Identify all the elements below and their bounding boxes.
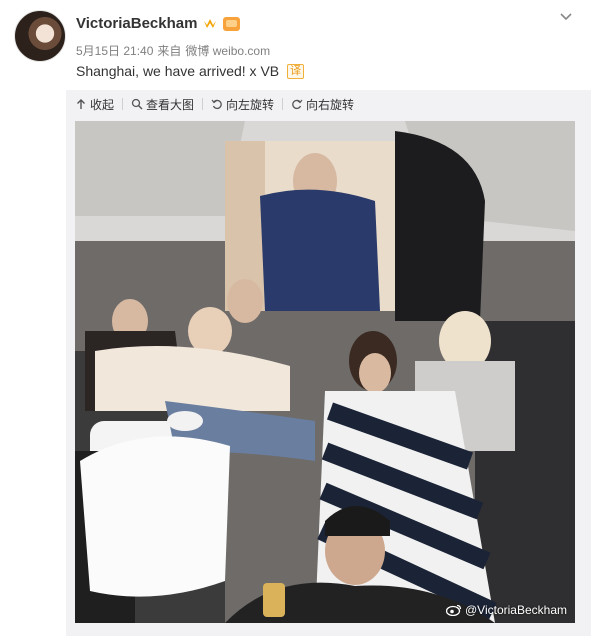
- rotate-left-label: 向左旋转: [226, 97, 275, 112]
- post-meta: 5月15日 21:40 来自 微博 weibo.com: [76, 42, 270, 59]
- view-large-button[interactable]: 查看大图: [131, 96, 194, 113]
- rotate-right-icon: [292, 99, 303, 110]
- rotate-left-button[interactable]: 向左旋转: [211, 96, 274, 113]
- rotate-left-icon: [211, 99, 222, 110]
- toolbar-divider: [282, 98, 284, 110]
- collapse-arrow-icon: [77, 99, 85, 109]
- media-panel: 收起 查看大图 向左旋转 向右旋转 @VictoriaBeckham: [66, 90, 591, 636]
- author-avatar[interactable]: [14, 10, 66, 62]
- author-row: VictoriaBeckham: [76, 15, 241, 32]
- view-large-label: 查看大图: [146, 97, 195, 112]
- vip-member-icon[interactable]: [223, 16, 241, 31]
- magnifier-icon: [131, 98, 143, 110]
- translate-button[interactable]: 译: [287, 63, 305, 79]
- weibo-post: VictoriaBeckham 5月15日 21:40 来自 微博 weibo.…: [0, 0, 591, 636]
- photo-illustration: [75, 121, 575, 623]
- post-photo[interactable]: @VictoriaBeckham: [75, 121, 575, 623]
- source-prefix: 来自: [157, 44, 182, 58]
- toolbar-divider: [122, 98, 124, 110]
- post-text: Shanghai, we have arrived! x VB: [76, 63, 280, 79]
- collapse-button[interactable]: 收起: [75, 96, 114, 113]
- post-text-row: Shanghai, we have arrived! x VB 译: [76, 63, 305, 79]
- collapse-label: 收起: [90, 97, 115, 112]
- watermark-text: @VictoriaBeckham: [465, 603, 567, 617]
- chevron-down-icon[interactable]: [559, 9, 573, 23]
- toolbar-divider: [202, 98, 204, 110]
- post-timestamp[interactable]: 5月15日 21:40: [76, 42, 153, 59]
- rotate-right-button[interactable]: 向右旋转: [291, 96, 354, 113]
- weibo-logo-icon: [446, 604, 462, 616]
- rotate-right-label: 向右旋转: [306, 97, 355, 112]
- verified-crown-icon: [203, 17, 217, 31]
- post-source[interactable]: 微博 weibo.com: [185, 42, 270, 59]
- author-name[interactable]: VictoriaBeckham: [76, 15, 197, 32]
- photo-watermark: @VictoriaBeckham: [446, 603, 567, 617]
- media-toolbar: 收起 查看大图 向左旋转 向右旋转: [66, 90, 591, 118]
